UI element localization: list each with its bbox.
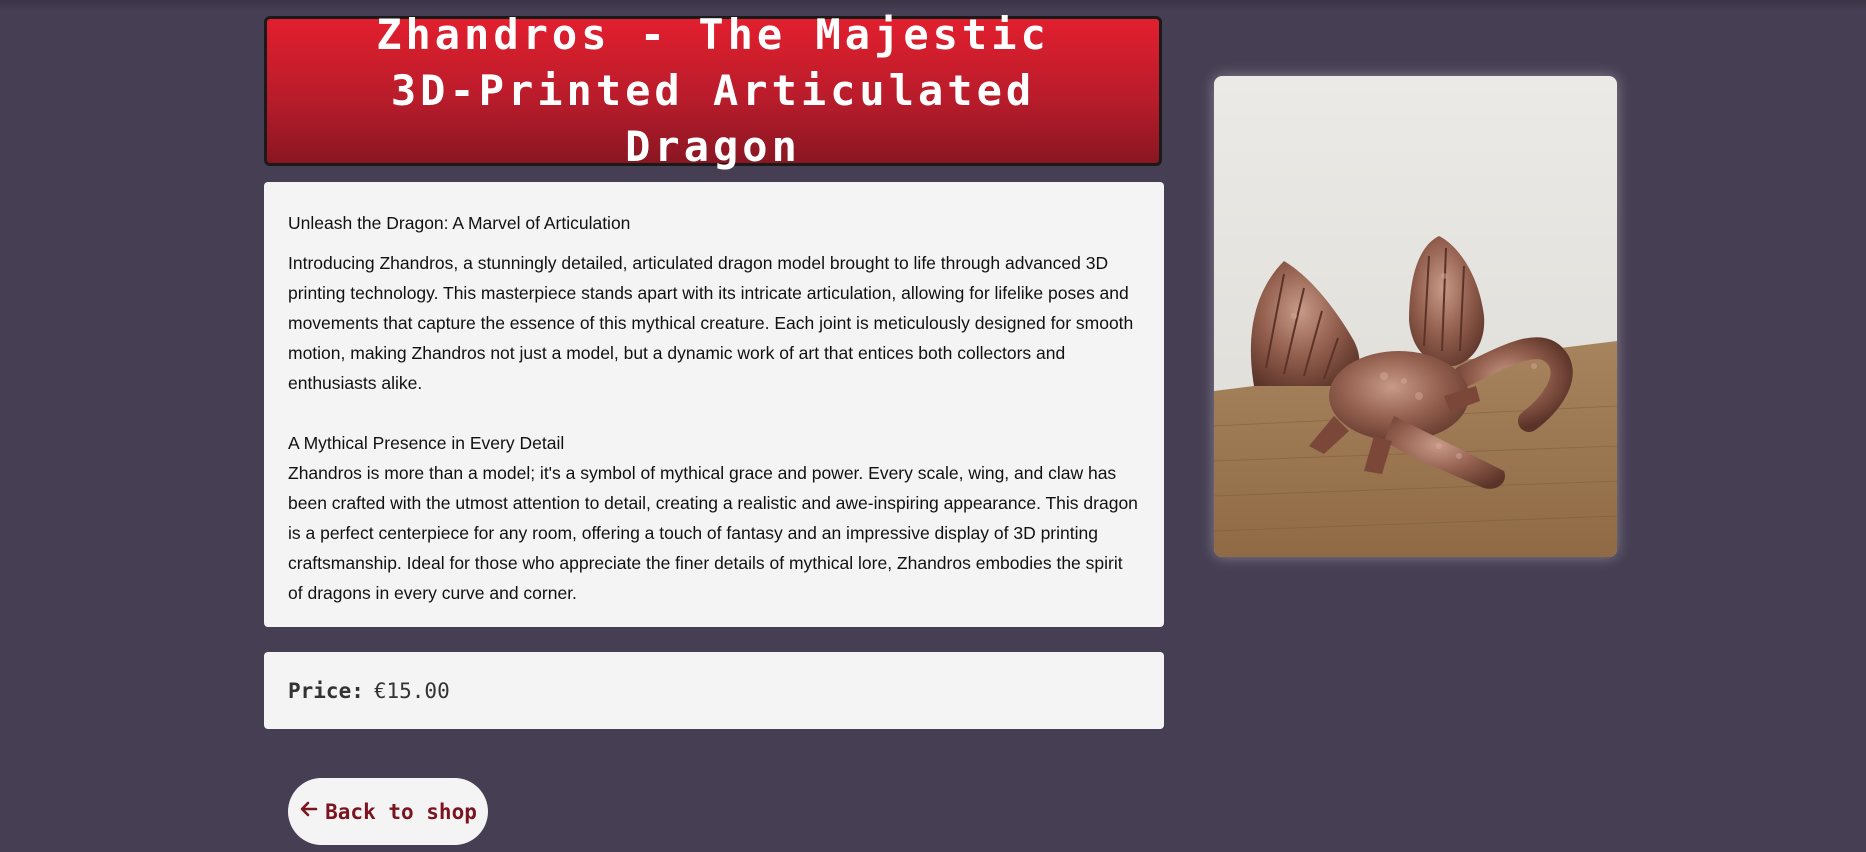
- description-paragraph-2: Zhandros is more than a model; it's a sy…: [288, 463, 1138, 603]
- description-paragraph-1: Introducing Zhandros, a stunningly detai…: [288, 253, 1134, 393]
- price-value: €15.00: [373, 678, 450, 703]
- arrow-left-icon: [299, 799, 319, 824]
- back-to-shop-label: Back to shop: [325, 799, 477, 824]
- product-description: Unleash the Dragon: A Marvel of Articula…: [264, 182, 1164, 627]
- product-title: Zhandros - The Majestic 3D-Printed Artic…: [376, 10, 1050, 171]
- description-heading-2: A Mythical Presence in Every Detail: [288, 433, 565, 453]
- description-heading-1: Unleash the Dragon: A Marvel of Articula…: [288, 213, 631, 233]
- product-title-banner: Zhandros - The Majestic 3D-Printed Artic…: [264, 10, 1162, 171]
- price-label: Price:: [288, 678, 364, 703]
- back-to-shop-button[interactable]: Back to shop: [288, 778, 488, 845]
- product-image: [1214, 76, 1617, 557]
- price-panel: Price: €15.00: [264, 652, 1164, 729]
